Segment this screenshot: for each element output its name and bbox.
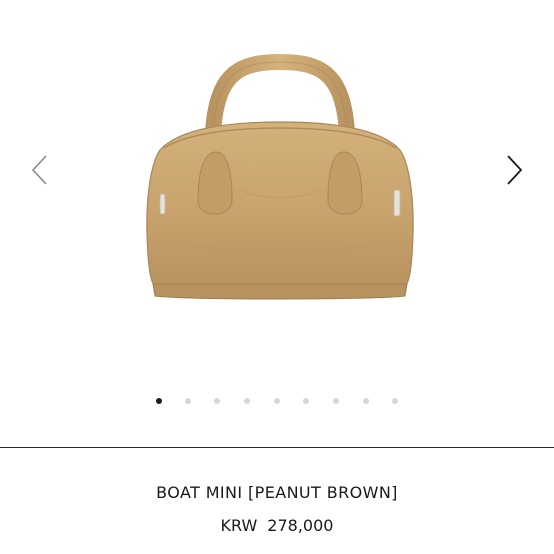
carousel-dot[interactable] [363,398,369,404]
carousel-dot[interactable] [156,398,162,404]
prev-image-button[interactable] [24,150,54,190]
next-image-button[interactable] [500,150,530,190]
carousel-dot[interactable] [303,398,309,404]
carousel-dot[interactable] [333,398,339,404]
carousel-dot[interactable] [274,398,280,404]
carousel-dot[interactable] [214,398,220,404]
product-image[interactable] [120,40,440,320]
product-price: KRW 278,000 [0,516,554,535]
price-amount: 278,000 [267,516,334,535]
chevron-left-icon [31,155,47,185]
handbag-image [146,53,414,300]
price-currency: KRW [220,516,258,535]
carousel-dot[interactable] [185,398,191,404]
chevron-right-icon [507,155,523,185]
carousel-indicators [0,398,554,408]
divider [0,447,554,448]
product-page: BOAT MINI [PEANUT BROWN] KRW 278,000 [0,0,554,554]
product-name: BOAT MINI [PEANUT BROWN] [156,483,398,502]
carousel-dot[interactable] [392,398,398,404]
carousel-dot[interactable] [244,398,250,404]
